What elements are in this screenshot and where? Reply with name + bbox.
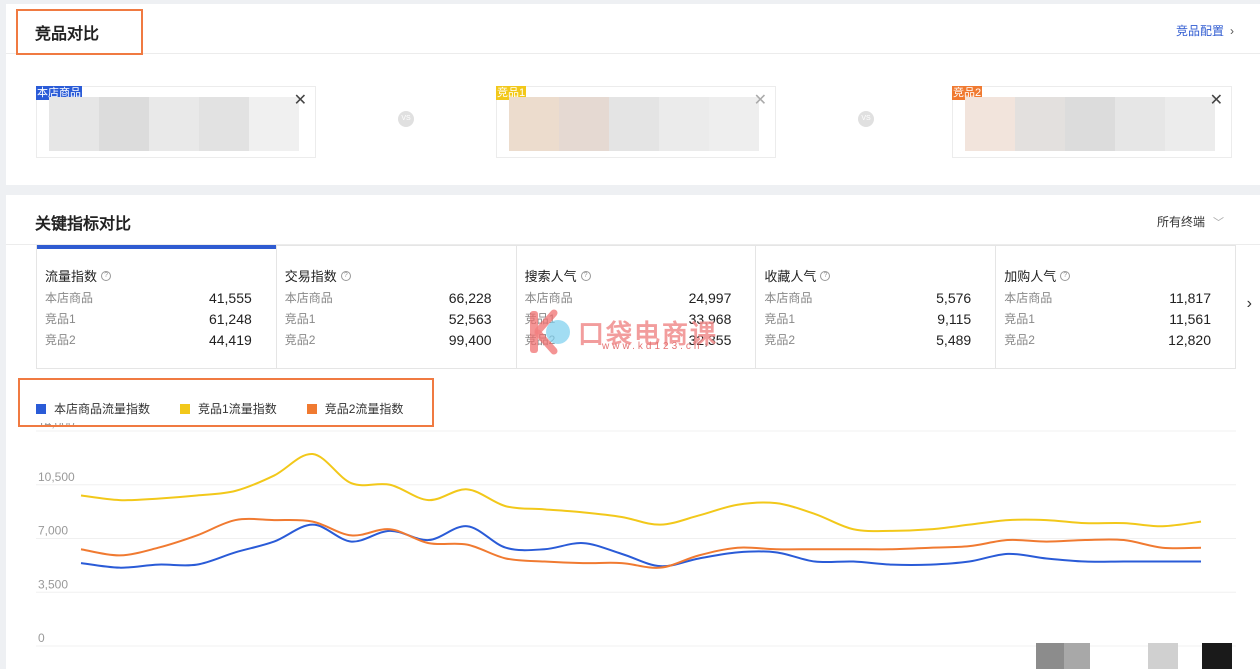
product-image-competitor1 — [509, 97, 759, 151]
traffic-line-chart: 14,00010,5007,0003,5000 — [36, 423, 1236, 647]
metric-row-value: 41,555 — [208, 289, 252, 306]
metric-row-value: 66,228 — [448, 289, 492, 306]
metric-row-value: 61,248 — [208, 310, 252, 327]
metric-card-cart[interactable]: 加购人气? 本店商品 11,817 竞品1 11,561 竞品2 12,820 — [996, 246, 1235, 368]
blurred-region — [1036, 643, 1090, 669]
metric-title: 加购人气 — [1004, 269, 1057, 284]
metric-row-value: 52,563 — [448, 310, 492, 327]
y-tick-label: 0 — [38, 631, 45, 645]
chevron-right-icon: › — [1230, 23, 1234, 38]
metric-row: 竞品2 99,400 — [285, 329, 502, 350]
metric-row-label: 本店商品 — [284, 291, 333, 305]
close-icon[interactable]: ✕ — [294, 93, 307, 109]
help-icon[interactable]: ? — [1060, 270, 1071, 281]
metric-row-value: 9,115 — [937, 310, 972, 327]
metric-row-label: 本店商品 — [45, 291, 94, 305]
terminal-select[interactable]: 所有终端 ﹀ — [1157, 213, 1224, 230]
watermark-logo-icon — [526, 307, 572, 357]
metric-row: 本店商品 24,997 — [525, 287, 742, 308]
metric-row-value: 12,820 — [1168, 331, 1211, 348]
metric-row-label: 竞品1 — [1004, 312, 1035, 326]
competitor-config-link[interactable]: 竞品配置 › — [1176, 22, 1234, 39]
metric-row-label: 竞品2 — [1004, 333, 1035, 347]
metric-row-label: 本店商品 — [764, 291, 813, 305]
key-metrics-card: 关键指标对比 所有终端 ﹀ 流量指数? 本店商品 41,555 竞品1 61,248… — [6, 195, 1260, 669]
metrics-title: 关键指标对比 — [35, 216, 132, 233]
metric-row-label: 竞品2 — [764, 333, 796, 347]
close-icon[interactable]: ✕ — [1210, 93, 1223, 109]
metric-row: 竞品1 9,115 — [764, 308, 981, 329]
metric-row-label: 竞品1 — [45, 312, 76, 326]
metric-row-label: 竞品2 — [45, 333, 76, 347]
product-slot-competitor2[interactable]: 竞品2 ✕ — [952, 86, 1232, 158]
metric-card-traffic[interactable]: 流量指数? 本店商品 41,555 竞品1 61,248 竞品2 44,419 — [37, 245, 277, 368]
metric-title: 交易指数 — [284, 269, 337, 284]
metric-row: 本店商品 11,817 — [1004, 287, 1221, 308]
highlight-box — [18, 378, 434, 427]
help-icon[interactable]: ? — [580, 270, 591, 281]
blurred-region — [1148, 643, 1178, 669]
chevron-down-icon: ﹀ — [1213, 216, 1224, 229]
highlight-box — [16, 9, 143, 55]
metric-row-label: 竞品1 — [764, 312, 796, 326]
compare-card-header: 竞品对比 竞品配置 › — [6, 4, 1260, 54]
metric-card-favorite[interactable]: 收藏人气? 本店商品 5,576 竞品1 9,115 竞品2 5,489 — [756, 246, 997, 368]
help-icon[interactable]: ? — [101, 270, 112, 281]
metric-row-label: 竞品2 — [284, 333, 316, 347]
metric-title: 流量指数 — [45, 269, 98, 284]
metrics-card-header: 关键指标对比 所有终端 ﹀ — [6, 195, 1260, 245]
competitor-compare-card: 竞品对比 竞品配置 › 本店商品 ✕ VS 竞品1 ✕ VS 竞品2 ✕ — [6, 4, 1260, 185]
metric-title: 收藏人气 — [764, 269, 817, 284]
y-tick-label: 10,500 — [38, 470, 75, 484]
metric-card-transaction[interactable]: 交易指数? 本店商品 66,228 竞品1 52,563 竞品2 99,400 — [277, 246, 517, 368]
metric-row-label: 本店商品 — [524, 291, 573, 305]
metric-row: 竞品2 5,489 — [764, 329, 981, 350]
close-icon[interactable]: ✕ — [754, 93, 767, 109]
metric-row-label: 本店商品 — [1004, 291, 1053, 305]
vs-badge: VS — [398, 111, 414, 127]
metric-row: 竞品1 61,248 — [45, 308, 262, 329]
metric-row: 本店商品 41,555 — [45, 287, 262, 308]
metric-row-value: 24,997 — [688, 289, 732, 306]
metric-row: 本店商品 66,228 — [285, 287, 502, 308]
competitor-config-label: 竞品配置 — [1175, 24, 1224, 38]
metric-row: 竞品1 11,561 — [1004, 308, 1221, 329]
watermark-url: www.kd123.cn — [602, 341, 703, 352]
chevron-right-icon[interactable]: › — [1247, 295, 1252, 313]
metric-row: 竞品2 44,419 — [45, 329, 262, 350]
metric-row: 本店商品 5,576 — [764, 287, 981, 308]
blurred-region — [1202, 643, 1232, 669]
metric-row-value: 5,576 — [936, 289, 972, 306]
y-tick-label: 3,500 — [38, 577, 68, 591]
metric-title: 搜索人气 — [524, 269, 577, 284]
product-image-competitor2 — [965, 97, 1215, 151]
vs-badge: VS — [858, 111, 874, 127]
watermark: 口袋电商课 www.kd123.cn — [526, 307, 718, 357]
product-slot-competitor1[interactable]: 竞品1 ✕ — [496, 86, 776, 158]
metric-row-value: 44,419 — [208, 331, 252, 348]
help-icon[interactable]: ? — [820, 270, 831, 281]
y-tick-label: 7,000 — [38, 524, 68, 538]
series-line[interactable] — [80, 523, 1201, 569]
metric-row-label: 竞品1 — [284, 312, 316, 326]
metric-row-value: 11,817 — [1169, 289, 1211, 306]
product-slot-own[interactable]: 本店商品 ✕ — [36, 86, 316, 158]
metric-row-value: 5,489 — [936, 331, 972, 348]
metric-row-value: 99,400 — [448, 331, 492, 348]
metric-row-value: 11,561 — [1169, 310, 1211, 327]
product-image-own — [49, 97, 299, 151]
metric-row: 竞品1 52,563 — [285, 308, 502, 329]
terminal-select-value: 所有终端 — [1156, 215, 1205, 229]
metric-row: 竞品2 12,820 — [1004, 329, 1221, 350]
help-icon[interactable]: ? — [340, 270, 351, 281]
